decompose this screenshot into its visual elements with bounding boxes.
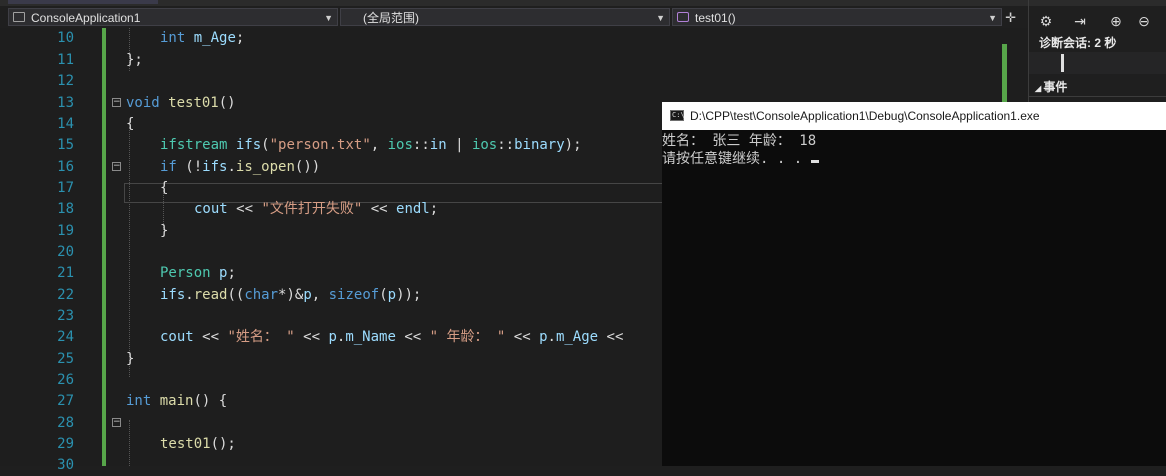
member-dropdown-value: test01() xyxy=(695,11,736,25)
code-line: int main() { xyxy=(126,393,228,409)
navigation-bar: ConsoleApplication1 ▼ (全局范围) ▼ test01() … xyxy=(0,6,1028,28)
ide-window: ConsoleApplication1 ▼ (全局范围) ▼ test01() … xyxy=(0,0,1166,473)
console-title-bar[interactable]: C:\ D:\CPP\test\ConsoleApplication1\Debu… xyxy=(662,102,1166,130)
diagnostic-toolbar: ⚙ ⇥ ⊕ ⊖ xyxy=(1029,8,1166,34)
active-document-tab[interactable] xyxy=(8,0,158,4)
code-line: test01(); xyxy=(160,436,236,452)
events-section-header[interactable]: ◢ 事件 xyxy=(1035,78,1067,95)
console-window[interactable]: C:\ D:\CPP\test\ConsoleApplication1\Debu… xyxy=(662,102,1166,466)
indent-guide xyxy=(129,420,130,466)
chevron-down-icon: ▼ xyxy=(988,13,997,23)
console-output-line: 姓名： 张三 年龄： 18 xyxy=(662,133,817,149)
project-dropdown-value: ConsoleApplication1 xyxy=(31,11,141,25)
events-label: 事件 xyxy=(1043,80,1068,94)
scope-dropdown[interactable]: (全局范围) ▼ xyxy=(340,8,670,26)
section-divider xyxy=(1029,96,1166,97)
collapse-icon[interactable]: − xyxy=(112,162,121,171)
code-line: cout << "姓名： " << p.m_Name << " 年龄： " <<… xyxy=(160,329,624,345)
split-icon[interactable]: ✛ xyxy=(1005,10,1016,26)
code-line: } xyxy=(126,351,135,367)
code-line: ifs.read((char*)&p, sizeof(p)); xyxy=(160,287,422,303)
export-icon[interactable]: ⇥ xyxy=(1071,12,1089,30)
scrollbar-change-marker xyxy=(1002,44,1007,106)
console-prompt-text: 请按任意键继续. . . xyxy=(662,151,811,167)
console-title: D:\CPP\test\ConsoleApplication1\Debug\Co… xyxy=(690,109,1040,123)
code-line: cout << "文件打开失败" << endl; xyxy=(194,201,439,217)
project-icon xyxy=(13,12,25,22)
chevron-down-icon: ▼ xyxy=(656,13,665,23)
code-line: } xyxy=(160,223,169,239)
indent-guide xyxy=(129,127,130,377)
session-duration-label: 诊断会话: 2 秒 xyxy=(1039,36,1117,50)
code-line: if (!ifs.is_open()) xyxy=(160,159,321,175)
code-line: { xyxy=(160,180,169,196)
scope-dropdown-value: (全局范围) xyxy=(363,11,419,25)
zoom-in-icon[interactable]: ⊕ xyxy=(1107,12,1125,30)
code-line: void test01() xyxy=(126,95,236,111)
timeline-marker[interactable] xyxy=(1061,54,1064,72)
code-line: }; xyxy=(126,52,143,68)
chevron-down-icon: ▼ xyxy=(324,13,333,23)
console-output-line: 请按任意键继续. . . xyxy=(662,150,819,168)
member-dropdown[interactable]: test01() ▼ xyxy=(672,8,1002,26)
zoom-out-icon[interactable]: ⊖ xyxy=(1135,12,1153,30)
console-app-icon: C:\ xyxy=(670,110,685,121)
code-line: ifstream ifs("person.txt", ios::in | ios… xyxy=(160,137,582,153)
function-icon xyxy=(677,12,689,22)
code-line: Person p; xyxy=(160,265,236,281)
project-dropdown[interactable]: ConsoleApplication1 ▼ xyxy=(8,8,338,26)
code-line: int m_Age; xyxy=(160,30,245,46)
collapse-icon[interactable]: − xyxy=(112,98,121,107)
panel-title-sliver xyxy=(1029,0,1166,6)
text-cursor xyxy=(810,160,819,163)
collapse-icon[interactable]: − xyxy=(112,418,121,427)
session-timeline[interactable] xyxy=(1029,52,1166,74)
settings-icon[interactable]: ⚙ xyxy=(1037,12,1055,30)
code-line: { xyxy=(126,116,135,132)
